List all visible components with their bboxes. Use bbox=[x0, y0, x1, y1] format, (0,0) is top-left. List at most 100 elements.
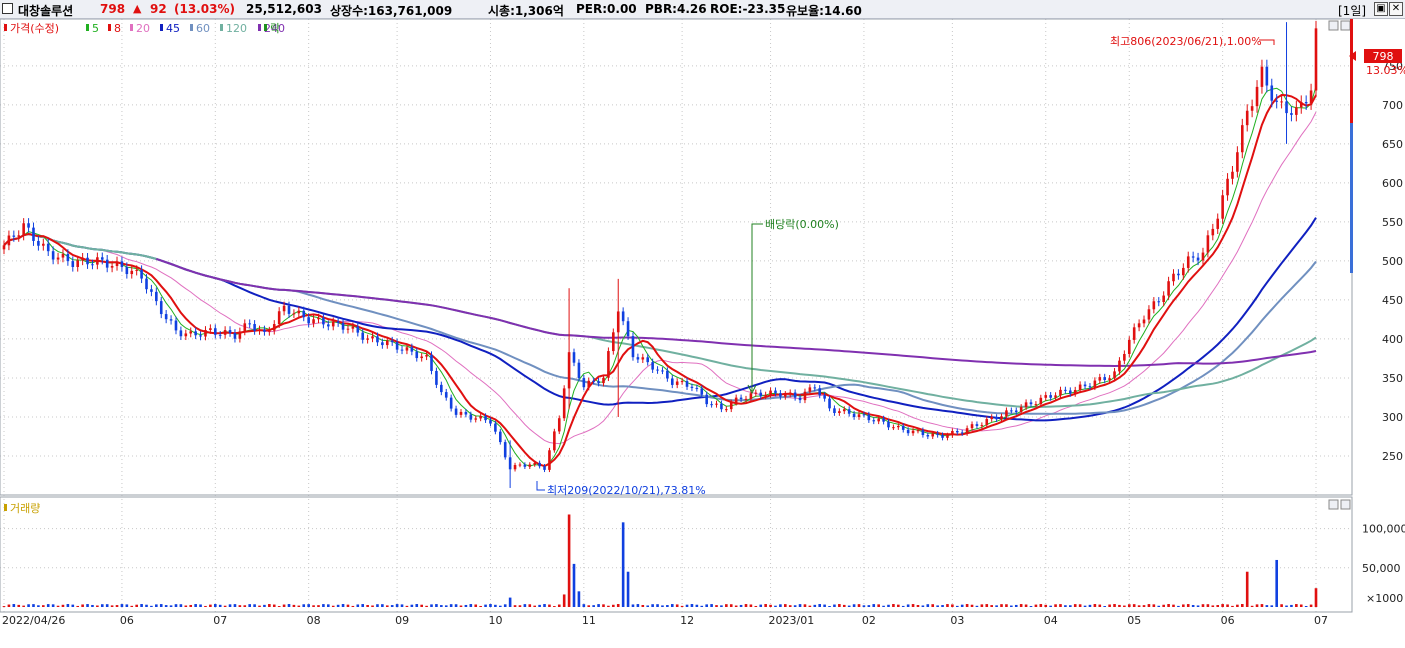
candle-body bbox=[877, 418, 880, 422]
candle-body bbox=[449, 397, 453, 409]
volume-bar bbox=[612, 604, 615, 607]
volume-bar bbox=[705, 604, 708, 607]
ma-legend-marker bbox=[108, 24, 111, 31]
candle-body bbox=[602, 377, 605, 384]
price-panel-border bbox=[0, 19, 1353, 496]
volume-bar bbox=[331, 605, 335, 607]
volume-bar bbox=[1299, 604, 1303, 607]
ex-legend-marker bbox=[264, 24, 267, 31]
volume-bar bbox=[1304, 605, 1308, 607]
candle-body bbox=[842, 409, 846, 412]
price-tick-label: 650 bbox=[1382, 138, 1403, 151]
volume-bar bbox=[464, 604, 468, 607]
volume-bar bbox=[970, 604, 974, 607]
volume-panel-close-icon[interactable] bbox=[1340, 499, 1351, 510]
up-range-bar bbox=[1350, 19, 1353, 123]
high-annotation: 최고806(2023/06/21),1.00% bbox=[1110, 35, 1262, 48]
candle-body bbox=[7, 235, 11, 246]
candle-body bbox=[1103, 377, 1107, 380]
volume-bar bbox=[282, 604, 286, 607]
select-checkbox[interactable] bbox=[2, 3, 13, 14]
candle-body bbox=[194, 331, 197, 336]
volume-bar bbox=[901, 605, 905, 607]
volume-bar bbox=[449, 604, 453, 607]
candle-body bbox=[1240, 125, 1244, 153]
period-selector[interactable]: [1일] bbox=[1338, 2, 1366, 19]
volume-bar bbox=[1196, 605, 1200, 607]
candle-body bbox=[631, 336, 635, 358]
candle-body bbox=[847, 409, 851, 414]
candle-body bbox=[985, 419, 989, 426]
volume-bar bbox=[420, 604, 423, 607]
candle-body bbox=[926, 435, 930, 437]
candle-body bbox=[484, 416, 487, 421]
candle-body bbox=[857, 414, 861, 418]
candle-body bbox=[390, 340, 394, 343]
volume-bar bbox=[228, 604, 232, 607]
candle-body bbox=[1014, 410, 1018, 413]
price-panel-min-icon[interactable] bbox=[1328, 20, 1339, 31]
volume-bar bbox=[425, 605, 428, 607]
time-tick-label: 07 bbox=[1314, 614, 1328, 627]
candle-body bbox=[1137, 323, 1141, 328]
candle-body bbox=[1231, 171, 1234, 179]
candle-body bbox=[371, 336, 374, 339]
candle-body bbox=[51, 251, 55, 260]
candle-body bbox=[661, 370, 664, 372]
volume-bar bbox=[857, 604, 861, 607]
candle-body bbox=[1236, 152, 1239, 172]
volume-bar bbox=[385, 605, 389, 607]
ma-legend-label: 45 bbox=[166, 22, 180, 35]
candle-body bbox=[110, 266, 114, 268]
candle-body bbox=[1127, 339, 1131, 354]
last-price-label: 798 bbox=[1373, 50, 1394, 63]
volume-bar bbox=[553, 606, 556, 607]
close-icon[interactable]: ✕ bbox=[1389, 2, 1403, 16]
candle-body bbox=[1255, 86, 1259, 107]
candle-body bbox=[1059, 389, 1062, 396]
candle-body bbox=[1010, 410, 1013, 412]
volume-bar bbox=[582, 604, 586, 607]
candle-body bbox=[440, 384, 443, 393]
candle-body bbox=[980, 425, 984, 427]
candle-body bbox=[1034, 404, 1038, 406]
volume-bar bbox=[1201, 604, 1205, 607]
candle-body bbox=[1167, 281, 1170, 296]
volume-bar bbox=[213, 604, 217, 607]
volume-bar bbox=[17, 604, 21, 607]
time-tick-label: 03 bbox=[950, 614, 964, 627]
candle-body bbox=[1177, 273, 1180, 276]
volume-bar bbox=[258, 605, 261, 607]
price-panel-close-icon[interactable] bbox=[1340, 20, 1351, 31]
volume-bar bbox=[921, 605, 925, 607]
candle-body bbox=[936, 433, 939, 436]
candle-body bbox=[46, 243, 50, 252]
candle-body bbox=[420, 356, 423, 359]
candle-body bbox=[725, 409, 728, 411]
volume-bar bbox=[356, 604, 360, 607]
candle-body bbox=[1216, 218, 1220, 229]
volume-bar bbox=[862, 605, 866, 607]
volume-bar bbox=[71, 604, 75, 607]
candle-body bbox=[140, 269, 143, 279]
volume-bar bbox=[81, 604, 84, 607]
volume-bar bbox=[892, 604, 895, 607]
candle-body bbox=[911, 430, 915, 434]
volume-bar bbox=[616, 604, 620, 607]
volume-bar bbox=[376, 604, 379, 607]
volume-bar bbox=[656, 604, 659, 607]
maximize-icon[interactable]: ▣ bbox=[1374, 2, 1388, 16]
volume-bar bbox=[749, 604, 753, 607]
volume-panel-min-icon[interactable] bbox=[1328, 499, 1339, 510]
volume-bar bbox=[233, 604, 237, 607]
candle-body bbox=[115, 261, 119, 267]
candle-body bbox=[626, 321, 630, 337]
candle-body bbox=[921, 430, 925, 436]
time-tick-label: 12 bbox=[680, 614, 694, 627]
volume-bar bbox=[61, 604, 65, 607]
volume-bar bbox=[150, 605, 153, 607]
volume-bar bbox=[646, 605, 650, 607]
candle-body bbox=[366, 338, 369, 340]
volume-bar bbox=[607, 605, 610, 607]
volume-bar bbox=[1014, 604, 1018, 607]
